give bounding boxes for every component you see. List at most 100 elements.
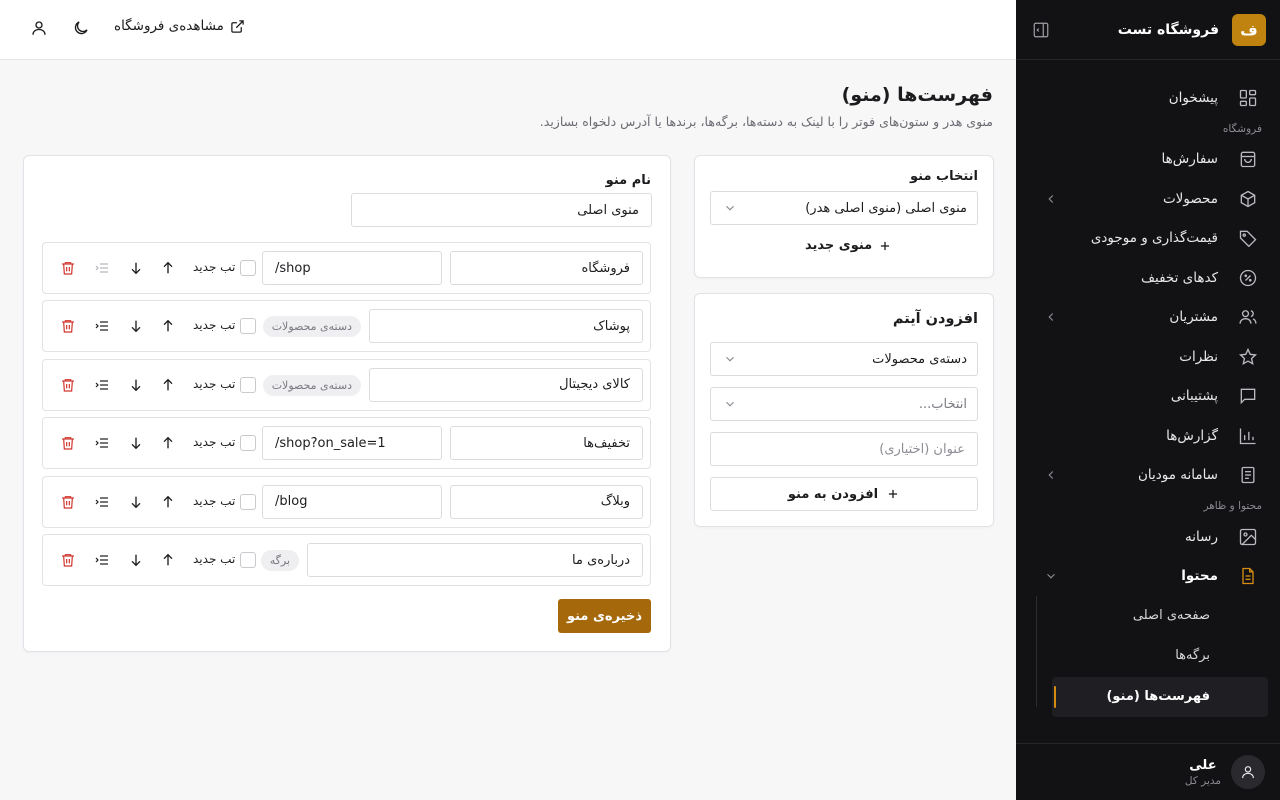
sidebar-subitem-home[interactable]: صفحه‌ی اصلی <box>1052 596 1268 636</box>
new-tab-checkbox[interactable] <box>240 493 256 510</box>
user-profile-icon[interactable] <box>30 19 48 37</box>
menu-item-title-input[interactable]: تخفیف‌ها <box>450 426 643 461</box>
select-menu-card: انتخاب منو منوی اصلی (منوی اصلی هدر) منو… <box>694 155 994 278</box>
move-down-arrow-icon[interactable] <box>128 494 144 510</box>
delete-trash-icon[interactable] <box>60 260 76 276</box>
new-tab-checkbox[interactable] <box>240 376 256 393</box>
delete-trash-icon[interactable] <box>60 494 76 510</box>
menu-select[interactable]: منوی اصلی (منوی اصلی هدر) <box>710 191 978 225</box>
chevron-down-icon <box>1044 569 1058 583</box>
add-to-menu-button[interactable]: افزودن به منو <box>710 477 978 511</box>
delete-trash-icon[interactable] <box>60 435 76 451</box>
menu-item-url-input[interactable]: /shop <box>262 251 442 285</box>
user-panel[interactable]: علی مدیر کل <box>1016 743 1280 800</box>
menu-name-input[interactable]: منوی اصلی <box>351 193 652 227</box>
new-tab-checkbox[interactable] <box>240 435 256 452</box>
sidebar-item-media[interactable]: رسانه <box>1016 517 1280 557</box>
sidebar-item-discounts[interactable]: کدهای تخفیف <box>1016 258 1280 298</box>
move-down-arrow-icon[interactable] <box>128 435 144 451</box>
sidebar-subitem-menus[interactable]: فهرست‌ها (منو) <box>1052 677 1268 717</box>
sidebar-item-label: محتوا <box>1181 568 1218 585</box>
dashboard-icon <box>1238 88 1258 108</box>
indent-icon[interactable] <box>94 377 110 393</box>
sidebar-item-tax[interactable]: سامانه مودیان <box>1016 456 1280 496</box>
save-menu-button[interactable]: ذخیره‌ی منو <box>558 599 651 633</box>
delete-trash-icon[interactable] <box>60 552 76 568</box>
menu-item-title-input[interactable]: درباره‌ی ما <box>307 543 643 577</box>
shopping-bag-icon <box>1238 149 1258 169</box>
item-target-placeholder: انتخاب... <box>918 396 967 412</box>
move-up-arrow-icon[interactable] <box>160 494 176 510</box>
sidebar-item-customers[interactable]: مشتریان <box>1016 298 1280 338</box>
move-down-arrow-icon[interactable] <box>128 377 144 393</box>
menu-item-title-input[interactable]: فروشگاه <box>450 251 643 285</box>
message-square-icon <box>1238 386 1258 406</box>
item-title-input[interactable]: عنوان (اختیاری) <box>710 432 978 466</box>
sidebar-item-products[interactable]: محصولات <box>1016 179 1280 219</box>
store-name: فروشگاه تست <box>1117 21 1219 38</box>
sidebar-header: ف فروشگاه تست <box>1016 0 1280 60</box>
sidebar-subitem-pages[interactable]: برگه‌ها <box>1052 636 1268 676</box>
item-target-select[interactable]: انتخاب... <box>710 387 978 421</box>
view-store-link[interactable]: مشاهده‌ی فروشگاه <box>114 18 245 34</box>
sidebar-item-label: سفارش‌ها <box>1161 151 1219 168</box>
item-type-value: دسته‌ی محصولات <box>872 351 967 367</box>
move-up-arrow-icon[interactable] <box>160 260 176 276</box>
page-title: فهرست‌ها (منو) <box>841 84 993 106</box>
sidebar-item-label: نظرات <box>1179 348 1218 365</box>
new-tab-checkbox[interactable] <box>240 552 256 568</box>
menu-item-url-input[interactable]: /shop?on_sale=1 <box>262 426 442 461</box>
menu-item-title-input[interactable]: کالای دیجیتال <box>369 367 643 402</box>
menu-editor-card: نام منو منوی اصلی فروشگاه/shop تب جدید پوش… <box>23 155 671 652</box>
new-menu-button[interactable]: منوی جدید <box>805 238 892 253</box>
sidebar-collapse-icon[interactable] <box>1032 21 1050 39</box>
menu-name-label: نام منو <box>605 173 651 188</box>
new-tab-label: تب جدید <box>193 493 236 508</box>
move-down-arrow-icon[interactable] <box>128 552 144 568</box>
topbar: مشاهده‌ی فروشگاه <box>0 0 1016 60</box>
sidebar-item-label: سامانه مودیان <box>1137 467 1218 484</box>
menu-item-url-input[interactable]: /blog <box>262 484 442 519</box>
move-down-arrow-icon[interactable] <box>128 318 144 334</box>
menu-item-title-input[interactable]: وبلاگ <box>450 484 643 519</box>
sidebar-section-store: فروشگاه <box>1222 122 1262 135</box>
indent-icon[interactable] <box>94 318 110 334</box>
sidebar-item-pricing[interactable]: قیمت‌گذاری و موجودی <box>1016 219 1280 259</box>
sidebar-item-reviews[interactable]: نظرات <box>1016 337 1280 377</box>
sidebar-nav: پیشخوان فروشگاه سفارش‌ها محصولات قیمت‌گذ… <box>1016 60 1280 717</box>
indent-icon[interactable] <box>94 552 110 568</box>
move-up-arrow-icon[interactable] <box>160 435 176 451</box>
chevron-down-icon <box>723 201 737 215</box>
sidebar-item-orders[interactable]: سفارش‌ها <box>1016 140 1280 180</box>
move-up-arrow-icon[interactable] <box>160 377 176 393</box>
indent-icon[interactable] <box>94 494 110 510</box>
sidebar-item-label: پشتیبانی <box>1170 388 1218 405</box>
theme-toggle-moon-icon[interactable] <box>72 19 90 37</box>
sidebar-section-content: محتوا و ظاهر <box>1203 500 1262 512</box>
bar-chart-icon <box>1238 426 1258 446</box>
indent-icon[interactable] <box>94 435 110 451</box>
delete-trash-icon[interactable] <box>60 318 76 334</box>
move-up-arrow-icon[interactable] <box>160 552 176 568</box>
item-type-select[interactable]: دسته‌ی محصولات <box>710 342 978 376</box>
sidebar-item-reports[interactable]: گزارش‌ها <box>1016 416 1280 456</box>
new-menu-label: منوی جدید <box>805 238 873 253</box>
receipt-icon <box>1238 465 1258 485</box>
indent-icon[interactable] <box>94 260 110 276</box>
delete-trash-icon[interactable] <box>60 377 76 393</box>
new-tab-label: تب جدید <box>193 552 236 566</box>
sidebar-item-dashboard[interactable]: پیشخوان <box>1016 78 1280 118</box>
plus-icon <box>889 489 898 499</box>
move-up-arrow-icon[interactable] <box>160 318 176 334</box>
move-down-arrow-icon[interactable] <box>128 260 144 276</box>
menu-item-title-input[interactable]: پوشاک <box>369 309 643 344</box>
select-menu-label: انتخاب منو <box>910 169 978 184</box>
plus-icon <box>881 241 890 250</box>
chevron-left-icon <box>1044 468 1058 482</box>
new-tab-checkbox[interactable] <box>240 260 256 276</box>
menu-item-type-badge: برگه <box>260 550 299 571</box>
sidebar-item-content[interactable]: محتوا <box>1016 557 1280 597</box>
new-tab-checkbox[interactable] <box>240 318 256 335</box>
sidebar-item-support[interactable]: پشتیبانی <box>1016 377 1280 417</box>
store-logo: ف <box>1232 13 1266 46</box>
